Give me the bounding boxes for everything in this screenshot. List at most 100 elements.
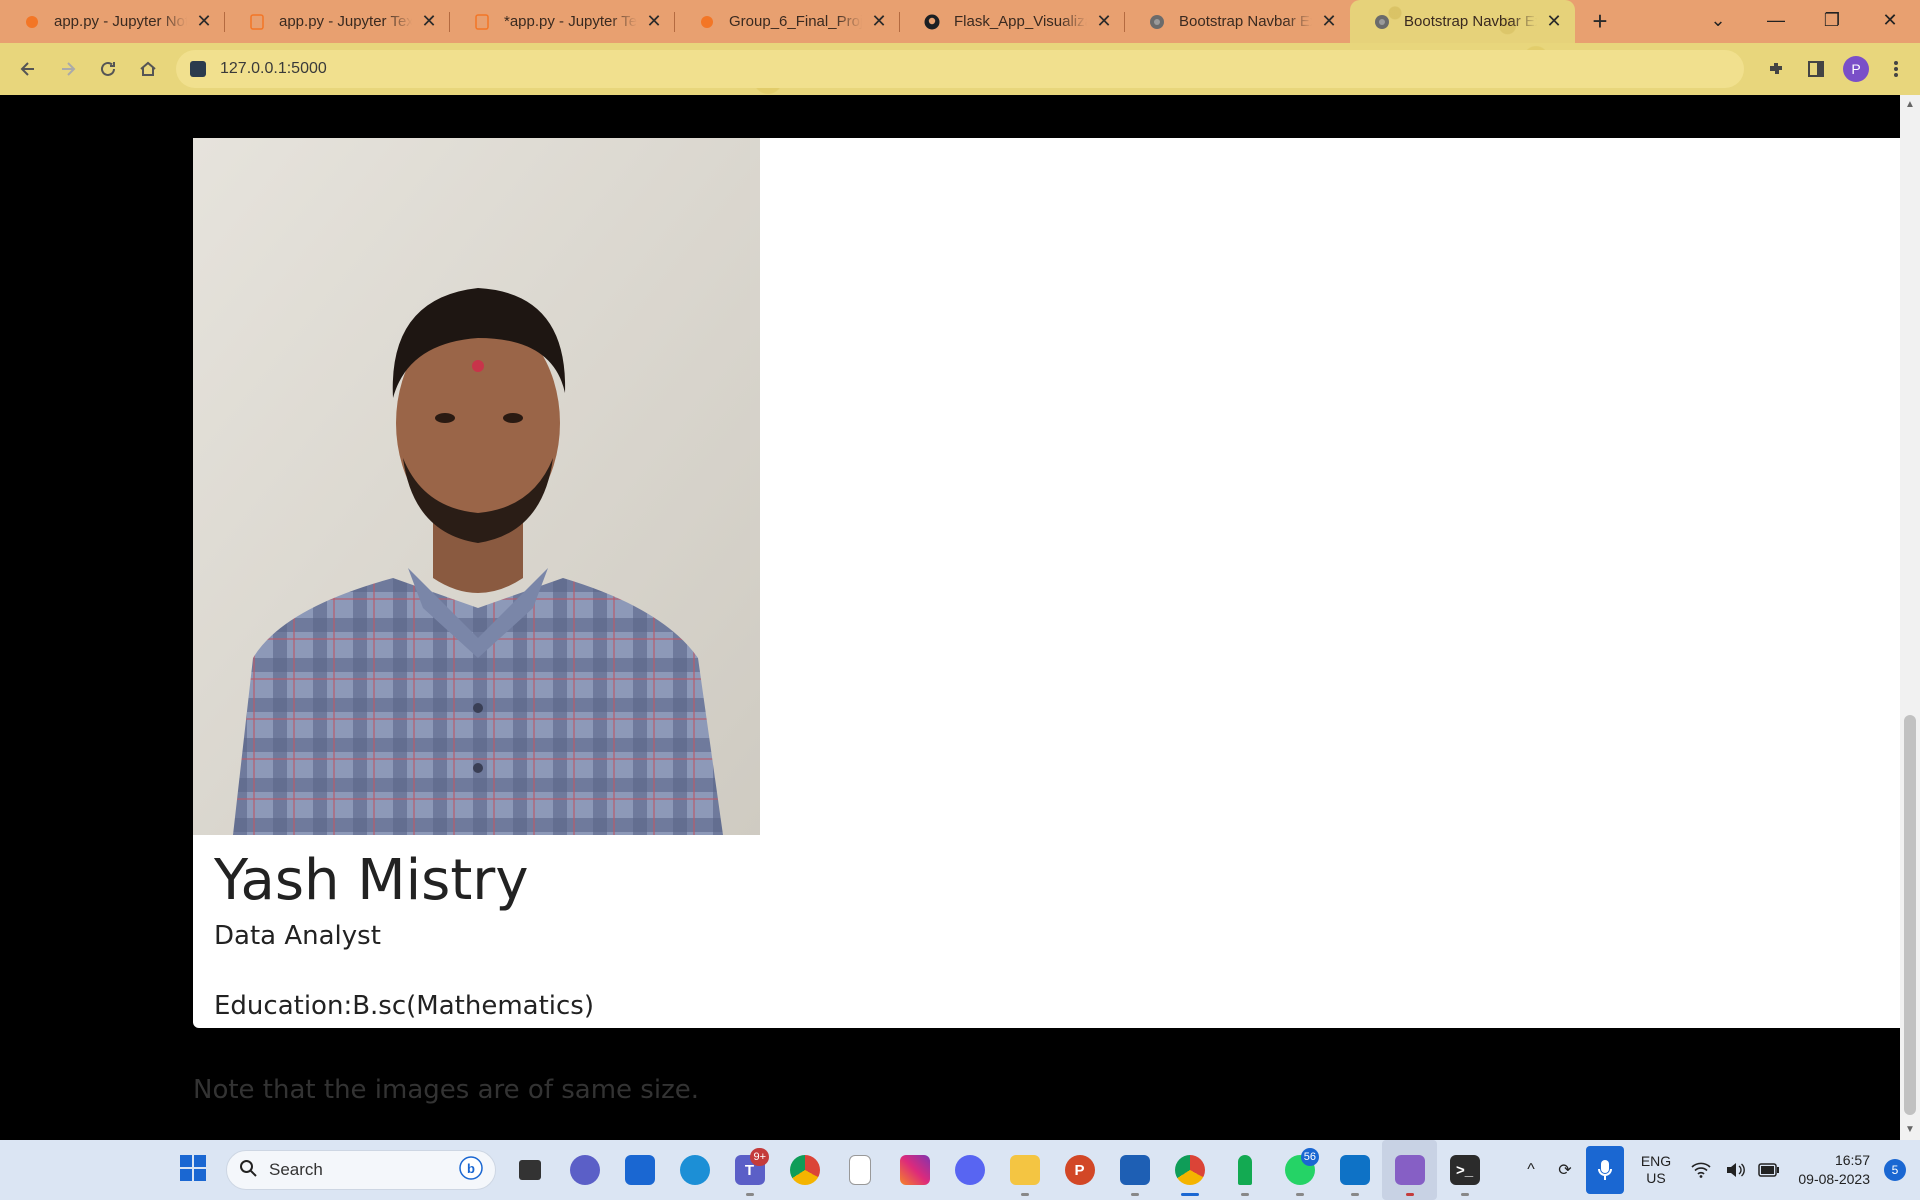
profile-photo [193, 138, 760, 835]
close-icon[interactable]: ✕ [870, 11, 888, 32]
chrome-icon [1174, 1155, 1205, 1185]
tab-1[interactable]: app.py - Jupyter Text ✕ [225, 0, 450, 43]
taskbar-task-view[interactable] [502, 1140, 557, 1200]
scroll-up-icon[interactable]: ▲ [1900, 97, 1920, 113]
search-label: Search [269, 1160, 323, 1179]
powerpoint-icon: P [1064, 1155, 1095, 1185]
jupyter-icon [699, 14, 715, 30]
running-indicator [1020, 1193, 1029, 1196]
page-scrollbar[interactable]: ▲ ▼ [1900, 95, 1920, 1140]
taskbar-chat[interactable] [557, 1140, 612, 1200]
edge-icon [679, 1155, 710, 1185]
extensions-icon[interactable] [1756, 49, 1796, 89]
chevron-up-icon[interactable]: ^ [1514, 1140, 1548, 1200]
tab-title: app.py - Jupyter Note [54, 13, 187, 30]
notepad-icon [1119, 1155, 1150, 1185]
profile-role: Data Analyst [214, 921, 381, 951]
profile-name: Yash Mistry [214, 848, 529, 913]
taskbar-chrome-profile[interactable] [1162, 1140, 1217, 1200]
region-code: US [1646, 1170, 1666, 1186]
home-icon[interactable] [128, 49, 168, 89]
close-icon[interactable]: ✕ [195, 11, 213, 32]
tab-5[interactable]: Bootstrap Navbar Exa ✕ [1125, 0, 1350, 43]
tab-4[interactable]: Flask_App_Visualizatio ✕ [900, 0, 1125, 43]
svg-text:b: b [467, 1161, 475, 1176]
close-icon[interactable]: ✕ [1545, 11, 1563, 32]
taskbar-instagram[interactable] [887, 1140, 942, 1200]
scrollbar-thumb[interactable] [1904, 715, 1916, 1115]
taskbar-file-explorer[interactable] [997, 1140, 1052, 1200]
taskbar-teams[interactable]: T 9+ [722, 1140, 777, 1200]
sync-icon[interactable]: ⟳ [1548, 1140, 1582, 1200]
site-info-icon[interactable] [190, 61, 206, 77]
tab-6-active[interactable]: Bootstrap Navbar Exa ✕ [1350, 0, 1575, 43]
tab-title: Flask_App_Visualizatio [954, 13, 1087, 30]
language-code: ENG [1640, 1153, 1672, 1169]
tab-title: *app.py - Jupyter Text [504, 13, 637, 30]
running-indicator [1130, 1193, 1139, 1196]
new-tab-button[interactable]: + [1575, 0, 1625, 43]
microphone-icon[interactable] [1586, 1146, 1624, 1194]
menu-icon[interactable] [1876, 49, 1916, 89]
url-text: 127.0.0.1:5000 [220, 60, 327, 77]
task-view-icon [518, 1160, 541, 1180]
language-indicator[interactable]: ENG US [1628, 1153, 1684, 1187]
volume-icon[interactable] [1718, 1140, 1752, 1200]
taskbar-visual-studio[interactable] [1382, 1140, 1437, 1200]
tab-title: Bootstrap Navbar Exa [1179, 13, 1312, 30]
tab-title: app.py - Jupyter Text [279, 13, 412, 30]
close-icon[interactable]: ✕ [1095, 11, 1113, 32]
close-icon[interactable]: ✕ [1320, 11, 1338, 32]
running-indicator [1240, 1193, 1249, 1196]
scroll-down-icon[interactable]: ▼ [1900, 1122, 1920, 1138]
taskbar-powerpoint[interactable]: P [1052, 1140, 1107, 1200]
address-bar[interactable]: 127.0.0.1:5000 [176, 50, 1744, 88]
instagram-icon [899, 1155, 930, 1185]
reload-icon[interactable] [88, 49, 128, 89]
profile-avatar[interactable]: P [1836, 49, 1876, 89]
taskbar-chrome[interactable] [777, 1140, 832, 1200]
taskbar-notepad[interactable] [1107, 1140, 1162, 1200]
taskbar-mongodb[interactable] [1217, 1140, 1272, 1200]
browser-toolbar: 127.0.0.1:5000 P [0, 43, 1920, 95]
notification-badge: 56 [1300, 1148, 1319, 1166]
jupyter-icon [24, 14, 40, 30]
tab-search-icon[interactable]: ⌄ [1690, 0, 1746, 40]
taskbar-terminal[interactable]: >_ [1437, 1140, 1492, 1200]
taskbar-whatsapp[interactable]: 56 [1272, 1140, 1327, 1200]
system-clock[interactable]: 16:57 09-08-2023 [1786, 1151, 1876, 1189]
running-indicator [1460, 1193, 1469, 1196]
close-window-icon[interactable]: ✕ [1862, 0, 1918, 40]
taskbar-edge[interactable] [667, 1140, 722, 1200]
tab-3[interactable]: Group_6_Final_Project ✕ [675, 0, 900, 43]
clock-date: 09-08-2023 [1798, 1171, 1870, 1187]
battery-icon[interactable] [1752, 1140, 1786, 1200]
visual-studio-icon [1394, 1155, 1425, 1185]
taskbar-search[interactable]: Search b [226, 1150, 496, 1190]
tab-2[interactable]: *app.py - Jupyter Text ✕ [450, 0, 675, 43]
chrome-icon [789, 1155, 820, 1185]
side-panel-icon[interactable] [1796, 49, 1836, 89]
restore-icon[interactable]: ❐ [1804, 0, 1860, 40]
taskbar-store[interactable] [612, 1140, 667, 1200]
wifi-icon[interactable] [1684, 1140, 1718, 1200]
taskbar-file[interactable] [832, 1140, 887, 1200]
taskbar-vscode[interactable] [1327, 1140, 1382, 1200]
taskbar-discord[interactable] [942, 1140, 997, 1200]
file-icon [848, 1155, 871, 1185]
close-icon[interactable]: ✕ [420, 11, 438, 32]
discord-icon [954, 1155, 985, 1185]
back-icon[interactable] [8, 49, 48, 89]
page-viewport: Yash Mistry Data Analyst Education:B.sc(… [0, 95, 1900, 1140]
notification-center-badge[interactable]: 5 [1884, 1159, 1906, 1181]
forward-icon[interactable] [48, 49, 88, 89]
store-icon [624, 1155, 655, 1185]
profile-card: Yash Mistry Data Analyst Education:B.sc(… [193, 138, 1900, 1028]
tab-0[interactable]: app.py - Jupyter Note ✕ [0, 0, 225, 43]
globe-icon [1374, 14, 1390, 30]
start-button[interactable] [165, 1140, 220, 1200]
jupyter-icon [474, 13, 490, 30]
close-icon[interactable]: ✕ [645, 11, 663, 32]
minimize-icon[interactable]: — [1748, 0, 1804, 40]
tab-strip: app.py - Jupyter Note ✕ app.py - Jupyter… [0, 0, 1920, 43]
